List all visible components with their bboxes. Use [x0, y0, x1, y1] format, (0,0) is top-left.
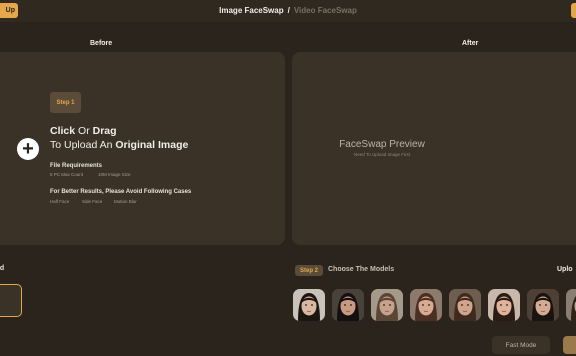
- or-text: Or: [75, 125, 93, 137]
- step-1-badge: Step 1: [50, 92, 81, 113]
- drag-text: Drag: [92, 125, 117, 137]
- after-label: After: [462, 40, 479, 47]
- req-image-size: 10M Image Size: [98, 172, 131, 177]
- model-thumbnail[interactable]: [410, 289, 442, 321]
- case-half-face: Half Face: [50, 199, 70, 204]
- step-2-badge: Step 2: [295, 265, 323, 276]
- model-thumbnail[interactable]: [527, 289, 559, 321]
- req-max-count: 5 PC Max Count: [50, 172, 84, 177]
- fast-mode-button[interactable]: Fast Mode: [492, 336, 550, 354]
- mode-tabs: Image FaceSwap / Video FaceSwap: [0, 6, 576, 15]
- model-thumbnail[interactable]: [293, 289, 325, 321]
- model-thumbnail[interactable]: [371, 289, 403, 321]
- before-label: Before: [90, 40, 113, 47]
- choose-models-label: Choose The Models: [328, 266, 395, 273]
- model-thumbnail[interactable]: [566, 289, 576, 321]
- tab-video-faceswap[interactable]: Video FaceSwap: [294, 6, 357, 15]
- selected-face-thumbnail[interactable]: [0, 284, 22, 317]
- upload-instruction-line-2: To Upload An Original Image: [50, 139, 188, 151]
- model-thumbnail[interactable]: [449, 289, 481, 321]
- model-thumbnail[interactable]: [332, 289, 364, 321]
- case-side-face: Side Face: [82, 199, 103, 204]
- preview-title: FaceSwap Preview: [339, 139, 425, 150]
- upload-model-label: Uplo: [557, 266, 573, 273]
- to-upload-text: To Upload An: [50, 139, 116, 151]
- plus-icon[interactable]: +: [17, 138, 39, 160]
- start-button[interactable]: [563, 336, 576, 354]
- original-image-text: Original Image: [115, 139, 189, 151]
- preview-subtitle: Need To Upload Image First: [354, 152, 410, 157]
- case-motion-blur: Motion Blur: [114, 199, 137, 204]
- click-text: Click: [50, 125, 76, 137]
- file-requirements-title: File Requirements: [50, 163, 103, 169]
- left-section-label: ed: [0, 265, 5, 272]
- tab-image-faceswap[interactable]: Image FaceSwap: [219, 6, 283, 15]
- model-thumbnail[interactable]: [488, 289, 520, 321]
- tab-separator: /: [287, 6, 290, 15]
- better-results-title: For Better Results, Please Avoid Followi…: [50, 189, 192, 195]
- upload-instruction-line-1: Click Or Drag: [50, 125, 117, 137]
